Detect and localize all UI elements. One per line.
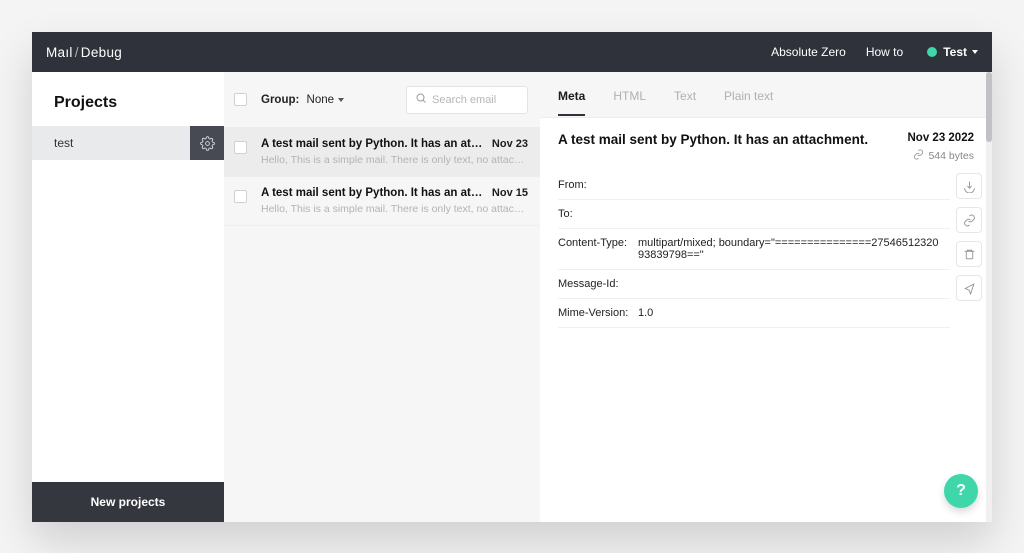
nav-how-to[interactable]: How to bbox=[866, 45, 903, 59]
group-dropdown[interactable]: None bbox=[307, 94, 345, 106]
detail-size: 544 bytes bbox=[908, 149, 975, 163]
chevron-down-icon bbox=[972, 50, 978, 54]
share-icon bbox=[963, 282, 976, 295]
brand-slash: / bbox=[73, 45, 81, 60]
mail-item[interactable]: A test mail sent by Python. It has an at… bbox=[224, 128, 540, 177]
search-icon bbox=[415, 91, 427, 109]
meta-key: To: bbox=[558, 208, 638, 220]
project-name: test bbox=[32, 136, 190, 150]
gear-icon bbox=[200, 136, 215, 151]
search-field[interactable] bbox=[406, 86, 528, 114]
meta-key: Message-Id: bbox=[558, 278, 638, 290]
share-button[interactable] bbox=[956, 275, 982, 301]
user-status-dot-icon bbox=[927, 47, 937, 57]
mail-date: Nov 15 bbox=[492, 187, 528, 199]
tab-meta[interactable]: Meta bbox=[558, 75, 585, 115]
mail-date: Nov 23 bbox=[492, 138, 528, 150]
app-header: Maıl/Debug Absolute Zero How to Test bbox=[32, 32, 992, 72]
tab-html[interactable]: HTML bbox=[613, 75, 646, 115]
scrollbar-thumb[interactable] bbox=[986, 72, 992, 142]
mail-list-panel: Group: None bbox=[224, 72, 540, 522]
scrollbar[interactable] bbox=[986, 72, 992, 522]
tab-plain-text[interactable]: Plain text bbox=[724, 75, 773, 115]
nav-absolute-zero[interactable]: Absolute Zero bbox=[771, 45, 846, 59]
mail-checkbox[interactable] bbox=[234, 190, 247, 203]
user-menu[interactable]: Test bbox=[927, 45, 978, 59]
meta-value bbox=[638, 179, 950, 191]
detail-header: A test mail sent by Python. It has an at… bbox=[540, 118, 992, 167]
meta-value: multipart/mixed; boundary="=============… bbox=[638, 237, 950, 261]
mail-checkbox[interactable] bbox=[234, 141, 247, 154]
mail-subject: A test mail sent by Python. It has an at… bbox=[261, 187, 486, 199]
new-project-button[interactable]: New projects bbox=[32, 482, 224, 522]
group-control: Group: None bbox=[261, 94, 344, 106]
meta-table: From: To: Content-Type:multipart/mixed; … bbox=[558, 171, 950, 328]
mail-snippet: Hello, This is a simple mail. There is o… bbox=[261, 154, 528, 166]
select-all-checkbox[interactable] bbox=[234, 93, 247, 106]
group-label: Group: bbox=[261, 94, 299, 106]
delete-button[interactable] bbox=[956, 241, 982, 267]
meta-value: 1.0 bbox=[638, 307, 950, 319]
trash-icon bbox=[963, 248, 976, 261]
mail-snippet: Hello, This is a simple mail. There is o… bbox=[261, 203, 528, 215]
meta-row: Mime-Version:1.0 bbox=[558, 299, 950, 328]
projects-sidebar: Projects test New projects bbox=[32, 72, 224, 522]
meta-row: Content-Type:multipart/mixed; boundary="… bbox=[558, 229, 950, 270]
detail-panel: Meta HTML Text Plain text A test mail se… bbox=[540, 72, 992, 522]
user-name: Test bbox=[943, 45, 967, 59]
detail-tabs: Meta HTML Text Plain text bbox=[540, 72, 992, 118]
mail-subject: A test mail sent by Python. It has an at… bbox=[261, 138, 486, 150]
chevron-down-icon bbox=[338, 98, 344, 102]
link-icon bbox=[963, 214, 976, 227]
project-item[interactable]: test bbox=[32, 126, 224, 160]
tab-text[interactable]: Text bbox=[674, 75, 696, 115]
meta-row: To: bbox=[558, 200, 950, 229]
meta-value bbox=[638, 278, 950, 290]
meta-key: Content-Type: bbox=[558, 237, 638, 261]
group-value: None bbox=[307, 94, 335, 106]
meta-row: Message-Id: bbox=[558, 270, 950, 299]
help-button[interactable]: ? bbox=[944, 474, 978, 508]
meta-key: From: bbox=[558, 179, 638, 191]
brand-part-a: Maıl bbox=[46, 45, 73, 60]
download-button[interactable] bbox=[956, 173, 982, 199]
meta-key: Mime-Version: bbox=[558, 307, 638, 319]
list-toolbar: Group: None bbox=[224, 72, 540, 128]
detail-title: A test mail sent by Python. It has an at… bbox=[558, 132, 908, 147]
projects-title: Projects bbox=[32, 72, 224, 126]
meta-row: From: bbox=[558, 171, 950, 200]
detail-date: Nov 23 2022 bbox=[908, 132, 975, 144]
download-icon bbox=[963, 180, 976, 193]
mail-item[interactable]: A test mail sent by Python. It has an at… bbox=[224, 177, 540, 226]
brand-part-b: Debug bbox=[81, 45, 122, 60]
copy-link-button[interactable] bbox=[956, 207, 982, 233]
project-settings-button[interactable] bbox=[190, 126, 224, 160]
detail-actions bbox=[956, 171, 982, 328]
app-brand: Maıl/Debug bbox=[46, 45, 122, 60]
meta-value bbox=[638, 208, 950, 220]
search-input[interactable] bbox=[432, 94, 520, 106]
link-icon bbox=[913, 149, 924, 163]
